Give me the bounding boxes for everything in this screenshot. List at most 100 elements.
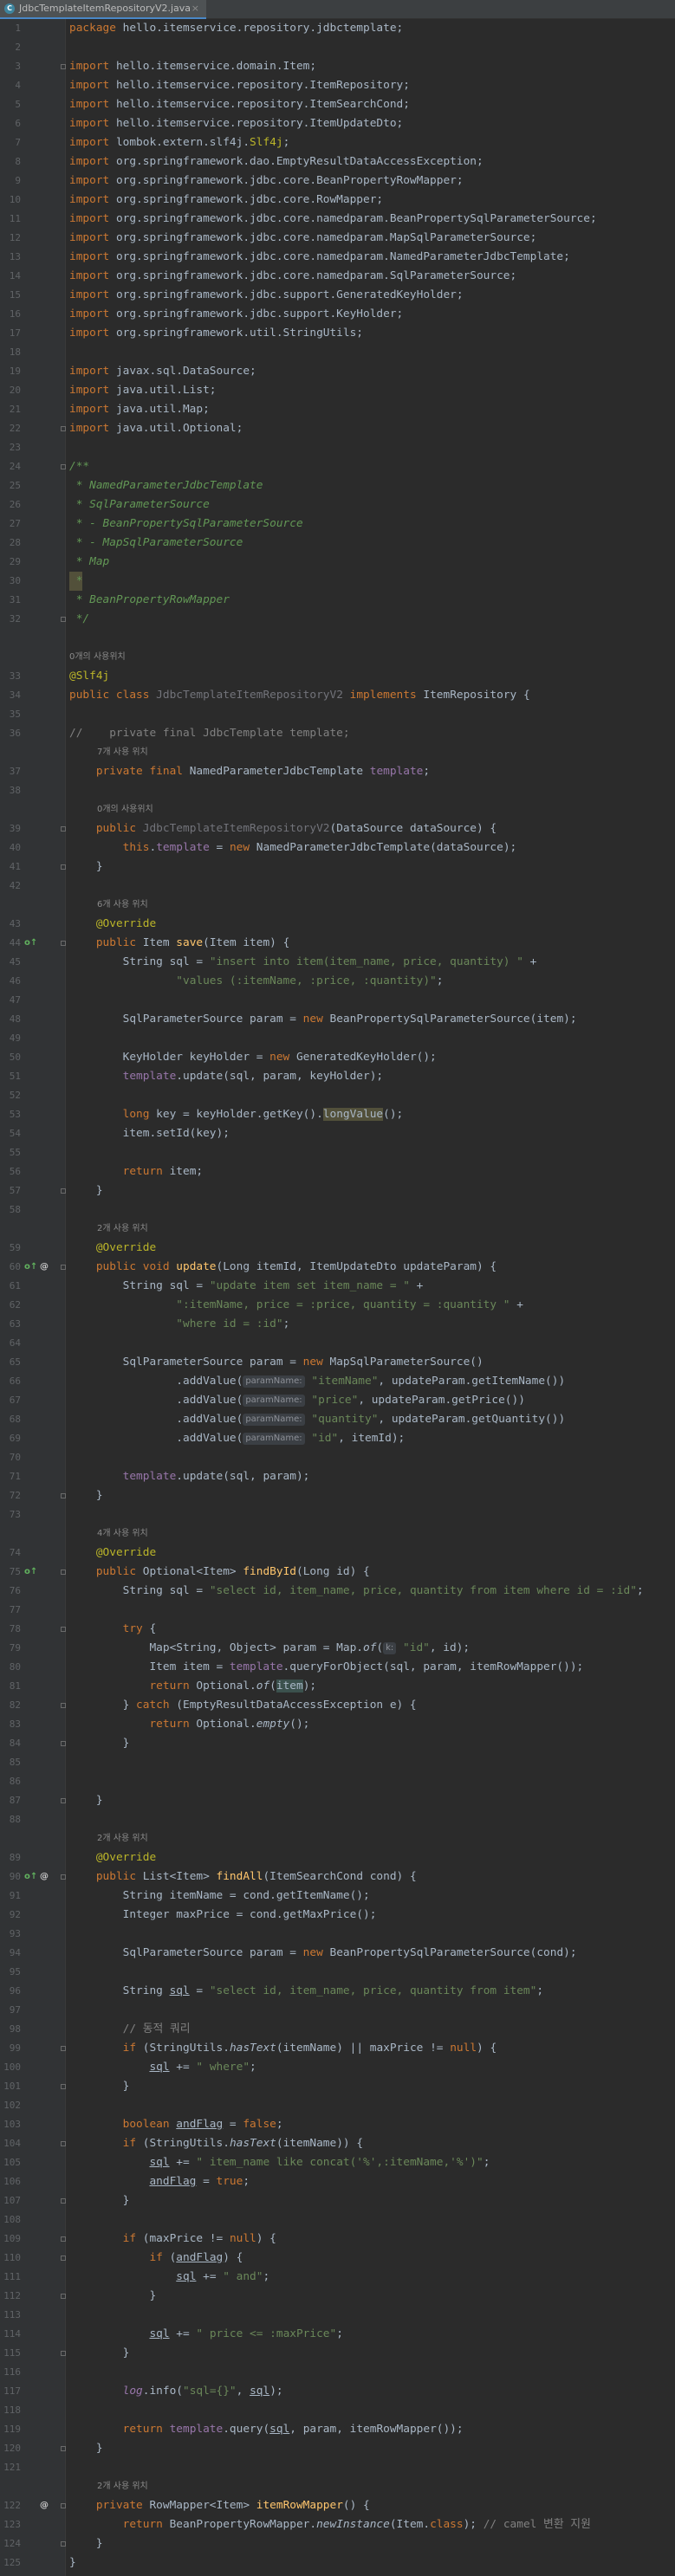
code-line-3: 3 import hello.itemservice.domain.Item; bbox=[15, 60, 317, 73]
usages-hint[interactable]: 7개 사용 위치 bbox=[97, 743, 148, 762]
code-line-58: 58 bbox=[9, 1204, 21, 1215]
usages-hint[interactable]: 2개 사용 위치 bbox=[97, 1829, 148, 1848]
fold-icon[interactable] bbox=[61, 2541, 66, 2547]
code-line-77: 77 bbox=[9, 1604, 21, 1615]
fold-icon[interactable] bbox=[61, 2141, 66, 2146]
java-class-icon: C bbox=[4, 3, 15, 14]
usages-hint[interactable]: 6개 사용 위치 bbox=[97, 896, 148, 915]
fold-icon[interactable] bbox=[61, 426, 66, 431]
fold-icon[interactable] bbox=[61, 1703, 66, 1708]
code-line-43: 43 @Override bbox=[9, 917, 157, 930]
code-line-72: 72 } bbox=[9, 1489, 103, 1502]
fold-icon[interactable] bbox=[61, 2351, 66, 2356]
code-line-33: 33 @Slf4j bbox=[9, 670, 110, 683]
code-line-74: 74 @Override bbox=[9, 1546, 157, 1559]
at-annotation-icon[interactable]: @ bbox=[40, 1258, 49, 1277]
code-line-106: 106 andFlag = true; bbox=[3, 2175, 250, 2188]
fold-icon[interactable] bbox=[61, 1265, 66, 1270]
fold-icon[interactable] bbox=[61, 1188, 66, 1194]
code-line-11: 11 import org.springframework.jdbc.core.n… bbox=[9, 212, 597, 225]
code-line-110: 110 if (andFlag) { bbox=[3, 2251, 243, 2264]
code-line-63: 63 "where id = :id"; bbox=[9, 1317, 290, 1330]
code-line-25: 25 * NamedParameterJdbcTemplate bbox=[9, 479, 263, 492]
fold-icon[interactable] bbox=[61, 464, 66, 469]
fold-icon[interactable] bbox=[61, 2084, 66, 2089]
fold-icon[interactable] bbox=[61, 2503, 66, 2508]
editor-tab-bar: C JdbcTemplateItemRepositoryV2.java × bbox=[0, 0, 675, 19]
code-line-105: 105 sql += " item_name like concat('%',:… bbox=[3, 2156, 490, 2169]
code-line-36: 36// private final JdbcTemplate template… bbox=[9, 727, 350, 740]
code-line-37: 37 private final NamedParameterJdbcTempl… bbox=[9, 765, 431, 778]
usages-hint[interactable]: 2개 사용 위치 bbox=[97, 2477, 148, 2496]
code-editor[interactable]: 1 package hello.itemservice.repository.jd… bbox=[0, 19, 675, 2576]
fold-icon[interactable] bbox=[61, 64, 66, 69]
code-line-103: 103 boolean andFlag = false; bbox=[3, 2118, 283, 2131]
code-line-20: 20 import java.util.List; bbox=[9, 384, 217, 397]
code-line-51: 51 template.update(sql, param, keyHolder… bbox=[9, 1070, 384, 1083]
usages-hint[interactable]: 2개 사용 위치 bbox=[97, 1220, 148, 1239]
code-line-97: 97 bbox=[9, 2004, 21, 2016]
code-line-112: 112 } bbox=[3, 2289, 157, 2302]
code-line-120: 120 } bbox=[3, 2442, 103, 2455]
fold-icon[interactable] bbox=[61, 1798, 66, 1803]
code-line-56: 56 return item; bbox=[9, 1165, 204, 1178]
usages-hint[interactable]: 4개 사용 위치 bbox=[97, 1524, 148, 1544]
fold-icon[interactable] bbox=[61, 826, 66, 832]
code-line-121: 121 bbox=[3, 2462, 21, 2473]
usages-hint[interactable]: 0개의 사용위치 bbox=[97, 800, 153, 819]
code-line-44: 44 o↑ public Item save(Item item) { bbox=[0, 934, 675, 953]
code-line-15: 15 import org.springframework.jdbc.suppor… bbox=[9, 288, 464, 301]
fold-icon[interactable] bbox=[61, 2198, 66, 2204]
code-line-98: 98 // 동적 쿼리 bbox=[9, 2023, 191, 2036]
code-line-54: 54 item.setId(key); bbox=[9, 1127, 230, 1140]
code-line-85: 85 bbox=[9, 1757, 21, 1768]
fold-icon[interactable] bbox=[61, 864, 66, 870]
code-line-86: 86 bbox=[9, 1776, 21, 1787]
fold-icon[interactable] bbox=[61, 617, 66, 622]
at-annotation-icon[interactable]: @ bbox=[40, 2496, 49, 2515]
code-line-119: 119 return template.query(sql, param, it… bbox=[3, 2423, 464, 2436]
code-line-89: 89 @Override bbox=[9, 1851, 157, 1864]
code-line-91: 91 String itemName = cond.getItemName(); bbox=[9, 1889, 370, 1902]
code-line-1: 1 package hello.itemservice.repository.jd… bbox=[15, 22, 404, 35]
fold-icon[interactable] bbox=[61, 1741, 66, 1746]
file-tab-label: JdbcTemplateItemRepositoryV2.java bbox=[19, 3, 191, 14]
fold-icon[interactable] bbox=[61, 1874, 66, 1880]
code-line-24: 24/** bbox=[9, 460, 90, 473]
code-line-102: 102 bbox=[3, 2100, 21, 2111]
implements-marker-icon[interactable]: o↑ bbox=[24, 1867, 37, 1887]
implements-marker-icon[interactable]: o↑ bbox=[24, 934, 37, 953]
fold-icon[interactable] bbox=[61, 2046, 66, 2051]
code-line-60: 60 o↑ @ public void update(Long itemId, It… bbox=[0, 1258, 675, 1277]
fold-icon[interactable] bbox=[61, 2236, 66, 2242]
code-line-59: 59 @Override bbox=[9, 1241, 157, 1254]
code-line-88: 88 bbox=[9, 1814, 21, 1825]
fold-icon[interactable] bbox=[61, 941, 66, 946]
fold-icon[interactable] bbox=[61, 2446, 66, 2451]
code-line-67: 67 .addValue(paramName: "price", updateP… bbox=[9, 1394, 525, 1407]
code-line-45: 45 String sql = "insert into item(item_n… bbox=[9, 955, 537, 968]
code-line-65: 65 SqlParameterSource param = new MapSql… bbox=[9, 1356, 484, 1369]
fold-icon[interactable] bbox=[61, 1627, 66, 1632]
code-line-61: 61 String sql = "update item set item_na… bbox=[9, 1279, 424, 1292]
code-line-100: 100 sql += " where"; bbox=[3, 2061, 256, 2074]
fold-icon[interactable] bbox=[61, 2256, 66, 2261]
implements-marker-icon[interactable]: o↑ bbox=[24, 1563, 37, 1582]
code-line-48: 48 SqlParameterSource param = new BeanPr… bbox=[9, 1013, 577, 1026]
fold-icon[interactable] bbox=[61, 1570, 66, 1575]
code-line-26: 26 * SqlParameterSource bbox=[9, 498, 210, 511]
file-tab[interactable]: C JdbcTemplateItemRepositoryV2.java × bbox=[0, 0, 206, 19]
code-line-42: 42 bbox=[9, 880, 21, 891]
at-annotation-icon[interactable]: @ bbox=[40, 1867, 49, 1887]
code-line-47: 47 bbox=[9, 994, 21, 1006]
code-line-87: 87 } bbox=[9, 1794, 103, 1807]
close-tab-icon[interactable]: × bbox=[191, 0, 199, 17]
code-line-115: 115 } bbox=[3, 2346, 130, 2359]
code-line-34: 34 public class JdbcTemplateItemRepositor… bbox=[9, 689, 530, 702]
usages-hint[interactable]: 0개의 사용위치 bbox=[69, 648, 126, 667]
implements-marker-icon[interactable]: o↑ bbox=[24, 1258, 37, 1277]
code-line-28: 28 * - MapSqlParameterSource bbox=[9, 536, 243, 549]
fold-icon[interactable] bbox=[61, 2294, 66, 2299]
code-line-13: 13 import org.springframework.jdbc.core.n… bbox=[9, 250, 570, 263]
fold-icon[interactable] bbox=[61, 1493, 66, 1498]
